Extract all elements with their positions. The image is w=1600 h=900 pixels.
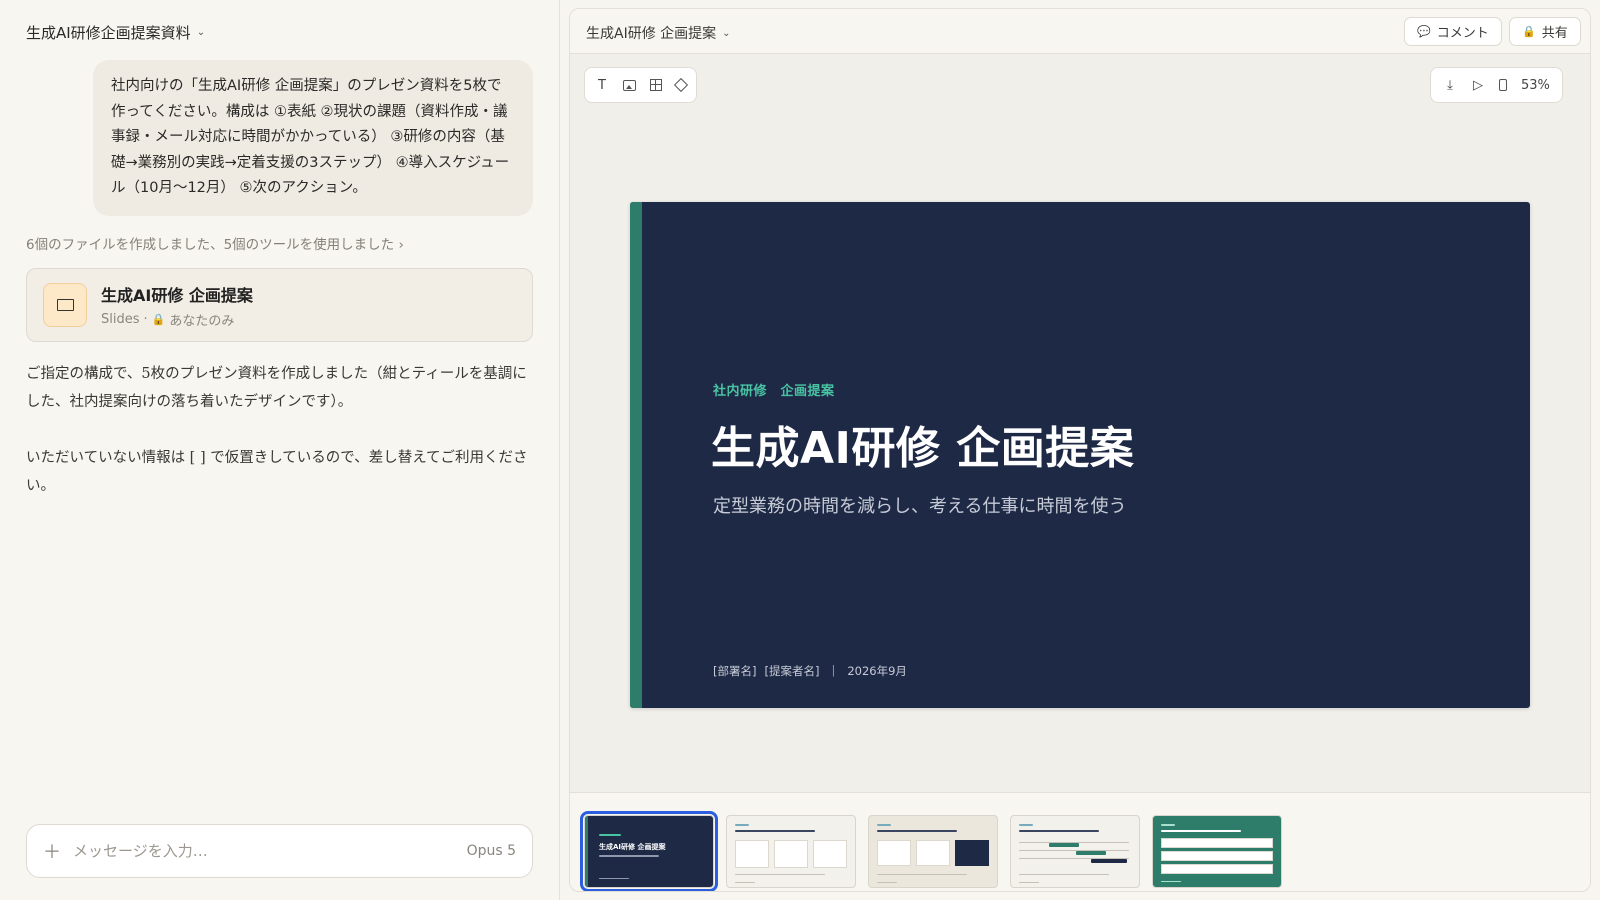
download-icon[interactable]: ⤓ bbox=[1443, 78, 1457, 93]
slides-icon bbox=[43, 283, 87, 327]
slide-title: 生成AI研修 企画提案 bbox=[711, 423, 1135, 474]
slide-thumbnail-2[interactable] bbox=[726, 815, 856, 888]
slide-accent-bar bbox=[630, 202, 642, 708]
slide-thumbnail-4[interactable] bbox=[1010, 815, 1140, 888]
tool-summary[interactable]: 6個のファイルを作成しました、5個のツールを使用しました › bbox=[26, 233, 404, 253]
view-toolbar: ⤓ ▷ 53% bbox=[1430, 67, 1563, 103]
zoom-level[interactable]: 53% bbox=[1521, 78, 1550, 93]
plus-icon[interactable]: ＋ bbox=[43, 838, 61, 864]
chevron-down-icon: ⌄ bbox=[722, 27, 731, 39]
artifact-type: Slides bbox=[101, 311, 140, 327]
thumbnail-strip: 生成AI研修 企画提案 bbox=[570, 792, 1590, 891]
assistant-message: ご指定の構成で、5枚のプレゼン資料を作成しました（紺とティールを基調にした、社内… bbox=[26, 360, 536, 500]
pane-header: 生成AI研修 企画提案 ⌄ 💬 コメント 🔒 共有 bbox=[570, 9, 1590, 54]
model-selector[interactable]: Opus 5 bbox=[467, 843, 516, 859]
lock-icon: 🔒 bbox=[151, 312, 166, 326]
slide-footer: [部署名] [提案者名] | 2026年9月 bbox=[713, 663, 907, 679]
image-tool-icon[interactable] bbox=[623, 79, 636, 91]
share-button[interactable]: 🔒 共有 bbox=[1509, 17, 1581, 46]
slide-thumbnail-1[interactable]: 生成AI研修 企画提案 bbox=[580, 811, 718, 891]
slide-canvas[interactable]: 社内研修 企画提案 生成AI研修 企画提案 定型業務の時間を減らし、考える仕事に… bbox=[630, 202, 1530, 708]
user-message: 社内向けの「生成AI研修 企画提案」のプレゼン資料を5枚で作ってください。構成は… bbox=[93, 60, 533, 216]
slide-thumbnail-3[interactable] bbox=[868, 815, 998, 888]
assistant-paragraph: いただいていない情報は [ ] で仮置きしているので、差し替えてご利用ください。 bbox=[26, 450, 528, 494]
artifact-visibility: あなたのみ bbox=[169, 313, 235, 329]
share-label: 共有 bbox=[1541, 26, 1568, 41]
play-icon[interactable]: ▷ bbox=[1471, 78, 1485, 93]
chat-title-text: 生成AI研修企画提案資料 bbox=[26, 24, 191, 42]
footer-dept: [部署名] bbox=[713, 664, 757, 678]
artifact-name: 生成AI研修 企画提案 bbox=[101, 285, 253, 305]
comment-label: コメント bbox=[1436, 26, 1489, 41]
pane-title[interactable]: 生成AI研修 企画提案 ⌄ bbox=[586, 23, 731, 43]
lock-icon: 🔒 bbox=[1522, 25, 1536, 38]
footer-separator: | bbox=[831, 663, 836, 677]
device-icon[interactable] bbox=[1499, 79, 1507, 91]
artifact-card[interactable]: 生成AI研修 企画提案 Slides · 🔒 あなたのみ bbox=[26, 268, 533, 342]
text-tool-icon[interactable]: T bbox=[595, 78, 609, 93]
thumb-title: 生成AI研修 企画提案 bbox=[599, 843, 666, 851]
footer-author: [提案者名] bbox=[764, 664, 820, 678]
slide-thumbnail-5[interactable] bbox=[1152, 815, 1282, 888]
chevron-down-icon: ⌄ bbox=[196, 27, 206, 38]
message-input-box: ＋ Opus 5 bbox=[26, 824, 533, 878]
slide-subtitle: 定型業務の時間を減らし、考える仕事に時間を使う bbox=[713, 496, 1127, 517]
slide-tag: 社内研修 企画提案 bbox=[713, 384, 835, 399]
assistant-paragraph: ご指定の構成で、5枚のプレゼン資料を作成しました（紺とティールを基調にした、社内… bbox=[26, 366, 527, 410]
edit-toolbar: T bbox=[584, 67, 697, 103]
shape-tool-icon[interactable] bbox=[673, 77, 689, 93]
message-input[interactable] bbox=[73, 842, 467, 860]
artifact-meta: Slides · 🔒 あなたのみ bbox=[101, 311, 235, 329]
footer-date: 2026年9月 bbox=[847, 664, 907, 678]
comment-icon: 💬 bbox=[1417, 25, 1431, 38]
chat-title[interactable]: 生成AI研修企画提案資料 ⌄ bbox=[26, 22, 205, 43]
artifact-pane: 生成AI研修 企画提案 ⌄ 💬 コメント 🔒 共有 T ⤓ ▷ 53% 社内研修… bbox=[569, 8, 1591, 892]
pane-title-text: 生成AI研修 企画提案 bbox=[586, 26, 717, 42]
table-tool-icon[interactable] bbox=[650, 79, 662, 91]
comment-button[interactable]: 💬 コメント bbox=[1404, 17, 1502, 46]
chat-pane: 生成AI研修企画提案資料 ⌄ 社内向けの「生成AI研修 企画提案」のプレゼン資料… bbox=[0, 0, 560, 900]
